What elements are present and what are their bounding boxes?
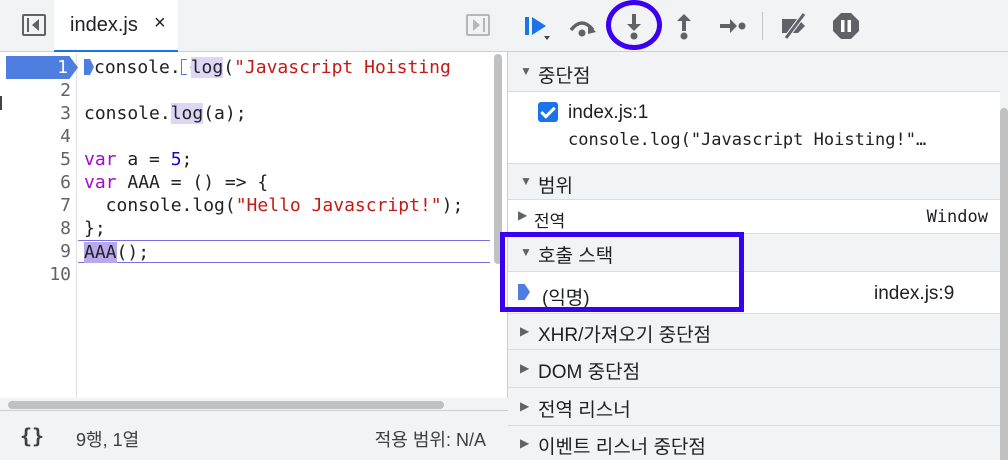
frame-location[interactable]: index.js:9	[874, 283, 954, 305]
debugger-sidebar: ▼ 중단점 index.js:1 console.log("Javascript…	[508, 0, 1008, 460]
xhr-breakpoints-section-header[interactable]: ▶ XHR/가져오기 중단점	[508, 314, 1000, 350]
line-number[interactable]: 7	[0, 194, 77, 217]
tab-index-js[interactable]: index.js ×	[54, 0, 178, 52]
resume-icon[interactable]	[520, 10, 552, 42]
line-number[interactable]: 2	[0, 79, 77, 102]
code-area[interactable]: 1 2 3 4 5 6 7 8 9 10 console. log("Javasc…	[0, 54, 496, 398]
toggle-navigator-icon[interactable]	[22, 14, 46, 36]
collapse-arrow-icon: ▼	[520, 64, 532, 78]
code-line[interactable]: console.log(a);	[84, 102, 496, 125]
editor-tab-bar: index.js ×	[0, 0, 508, 52]
code-line[interactable]: var AAA = () => {	[84, 171, 496, 194]
editor-status-bar: {} 9행, 1열 적용 범위: N/A	[0, 410, 508, 460]
line-number[interactable]: 6	[0, 171, 77, 194]
global-listeners-section-header[interactable]: ▶ 전역 리스너	[508, 388, 1000, 426]
scope-global-value: Window	[926, 207, 988, 227]
annotation-box	[500, 232, 744, 312]
toggle-debugger-sidebar-icon[interactable]	[466, 14, 490, 36]
inline-breakpoint-marker[interactable]	[84, 59, 94, 75]
expand-arrow-icon: ▶	[520, 361, 530, 375]
source-editor-panel: index.js × 1 2 3 4 5 6 7 8 9 10 console.…	[0, 0, 508, 460]
code-line[interactable]: };	[84, 217, 496, 240]
cursor-position: 9행, 1열	[76, 430, 140, 450]
scope-global-label: 전역	[534, 212, 566, 231]
expand-arrow-icon: ▶	[520, 399, 530, 413]
line-number[interactable]: 8	[0, 217, 77, 240]
line-number[interactable]: 3	[0, 102, 77, 125]
step-icon[interactable]	[716, 10, 748, 42]
editor-horizontal-scrollbar[interactable]	[8, 401, 444, 409]
dom-breakpoints-section-header[interactable]: ▶ DOM 중단점	[508, 350, 1000, 388]
line-number[interactable]: 4	[0, 125, 77, 148]
line-number[interactable]: 9	[0, 240, 77, 263]
breakpoint-location: index.js:1	[568, 102, 649, 123]
breakpoint-code-snippet: console.log("Javascript Hoisting!"…	[568, 130, 927, 150]
pause-on-exceptions-icon[interactable]	[830, 10, 862, 42]
code-line[interactable]: console. log("Javascript Hoisting	[84, 56, 496, 79]
line-number-gutter[interactable]: 1 2 3 4 5 6 7 8 9 10	[0, 54, 78, 398]
event-listener-breakpoints-section-header[interactable]: ▶ 이벤트 리스너 중단점	[508, 426, 1000, 460]
tab-label: index.js	[70, 14, 138, 36]
breakpoint-item[interactable]: index.js:1 console.log("Javascript Hoist…	[508, 92, 1000, 164]
code-line-current[interactable]: AAA();	[78, 240, 490, 263]
line-number[interactable]: 5	[0, 148, 77, 171]
code-line[interactable]: console.log("Hello Javascript!");	[84, 194, 496, 217]
toolbar-separator	[762, 12, 763, 40]
step-out-icon[interactable]	[668, 10, 700, 42]
breakpoints-section-header[interactable]: ▼ 중단점	[508, 52, 1000, 92]
expand-arrow-icon: ▶	[520, 324, 530, 338]
step-over-icon[interactable]	[566, 10, 598, 42]
line-number[interactable]: 10	[0, 263, 77, 286]
sidebar-scrollbar-track	[1000, 52, 1008, 460]
scope-section-header[interactable]: ▼ 범위	[508, 164, 1000, 200]
expand-arrow-icon[interactable]: ▶	[518, 208, 527, 222]
collapse-arrow-icon: ▼	[520, 174, 532, 188]
debugger-toolbar	[508, 0, 1008, 52]
deactivate-breakpoints-icon[interactable]	[778, 10, 810, 42]
coverage-status: 적용 범위: N/A	[374, 430, 486, 450]
pretty-print-button[interactable]: {}	[20, 424, 44, 448]
annotation-circle	[606, 0, 662, 50]
code-line[interactable]: var a = 5;	[84, 148, 496, 171]
line-number-breakpoint[interactable]: 1	[6, 56, 78, 79]
breakpoint-checkbox[interactable]	[538, 102, 558, 122]
inline-breakpoint-marker-inactive[interactable]	[180, 59, 191, 75]
divider-artifact	[0, 96, 2, 110]
scope-global-row[interactable]: ▶ 전역 Window	[508, 200, 1000, 234]
sidebar-scrollbar[interactable]	[1000, 108, 1008, 460]
expand-arrow-icon: ▶	[520, 436, 530, 450]
close-tab-icon[interactable]: ×	[154, 12, 166, 35]
